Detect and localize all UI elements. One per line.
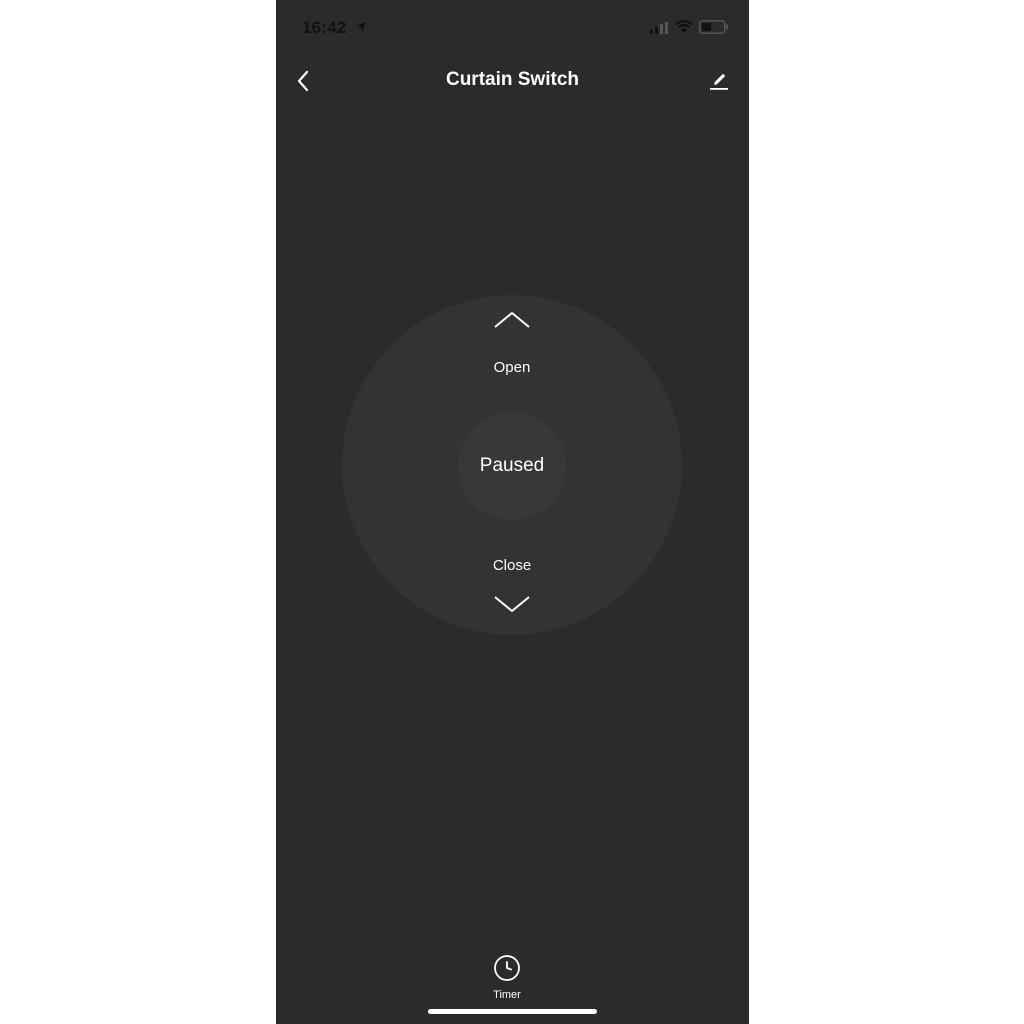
battery-icon	[699, 20, 728, 34]
home-indicator[interactable]	[428, 1009, 597, 1014]
edit-button[interactable]	[704, 66, 734, 96]
close-button[interactable]: Close	[452, 551, 572, 621]
timer-label: Timer	[493, 989, 521, 1001]
cellular-signal-icon	[650, 22, 668, 34]
status-bar: 16:42	[276, 0, 749, 56]
close-label: Close	[492, 557, 532, 574]
pause-button[interactable]: Paused	[458, 412, 566, 520]
clock-icon	[494, 955, 520, 981]
pencil-icon	[710, 73, 728, 90]
location-arrow-icon	[356, 22, 366, 32]
open-label: Open	[493, 359, 531, 376]
app-screen: 16:42 Curtain Switch Open Paused Close T…	[276, 0, 749, 1024]
open-button[interactable]: Open	[452, 303, 572, 383]
status-label: Paused	[479, 455, 545, 476]
timer-button[interactable]: Timer	[476, 954, 538, 1004]
chevron-up-icon	[494, 312, 530, 328]
status-time: 16:42	[302, 18, 347, 37]
chevron-down-icon	[494, 596, 530, 612]
navigation-bar: Curtain Switch	[276, 56, 749, 106]
curtain-control-dial: Open Paused Close	[342, 295, 682, 635]
wifi-icon	[675, 20, 693, 33]
page-title: Curtain Switch	[445, 69, 579, 90]
